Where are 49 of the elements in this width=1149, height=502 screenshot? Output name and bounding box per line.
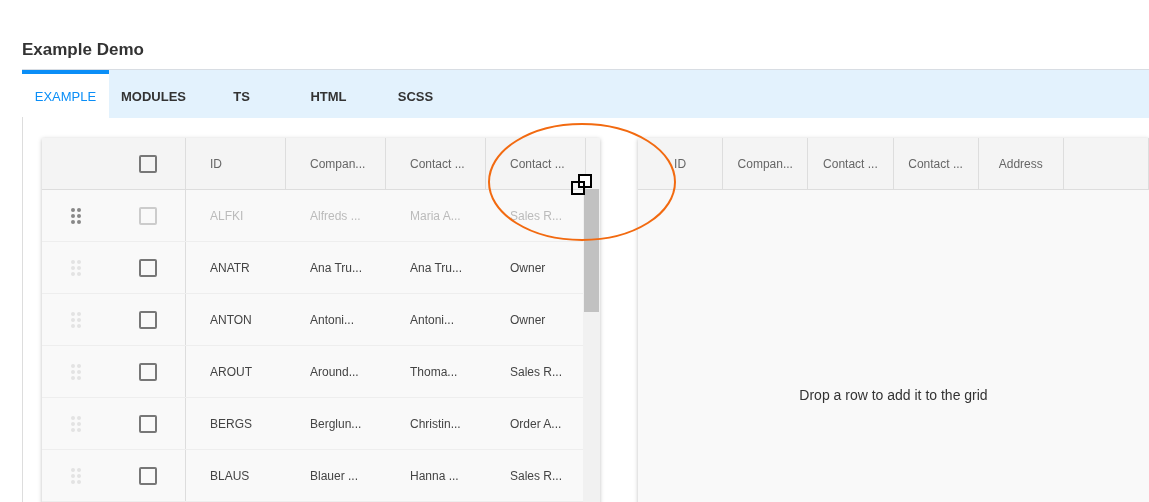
row-checkbox[interactable] [138,206,157,225]
table-cell-text: Sales R... [509,363,564,381]
table-cell-text: BERGS [209,415,253,433]
table-cell-text: ANTON [209,311,253,329]
scrollbar-thumb[interactable] [584,189,599,312]
table-cell-text: Alfreds ... [309,207,362,225]
drag-handle-icon[interactable] [71,207,81,224]
column-header[interactable]: Contact ... [386,138,486,189]
column-header[interactable]: ID [186,138,286,189]
row-checkbox[interactable] [138,414,157,433]
row-checkbox[interactable] [138,258,157,277]
row-checkbox[interactable] [138,466,157,485]
table-cell-text: Sales R... [509,467,564,485]
row-checkbox[interactable] [138,362,157,381]
column-header[interactable]: Contact ... [808,138,894,189]
table-cell-text: Owner [509,259,547,277]
column-header[interactable]: Compan... [723,138,809,189]
table-cell-text: Maria A... [409,207,462,225]
table-cell-text: Thoma... [409,363,459,381]
tab[interactable]: EXAMPLE [22,70,109,118]
column-header[interactable]: Contact ... [893,138,979,189]
page-title: Example Demo [22,40,144,60]
tab[interactable]: MODULES [109,70,198,118]
table-cell-text: Hanna ... [409,467,460,485]
empty-message: Drop a row to add it to the grid [798,387,989,403]
tab[interactable]: SCSS [372,70,459,118]
table-cell-text: ALFKI [209,207,245,225]
table-cell-text: Owner [509,311,547,329]
table-cell-text: Antoni... [309,311,356,329]
table-cell-text: BLAUS [209,467,251,485]
table-cell-text: Around... [309,363,360,381]
table-cell-text: Sales R... [509,207,564,225]
table-cell-text: Berglun... [309,415,363,433]
table-cell-text: Christin... [409,415,462,433]
column-header[interactable]: ID [638,138,724,189]
table-cell-text: Antoni... [409,311,456,329]
row-checkbox[interactable] [138,310,157,329]
column-header[interactable]: Compan... [286,138,386,189]
table-cell-text: ANATR [209,259,251,277]
table-cell-text: Blauer ... [309,467,360,485]
scrollbar[interactable] [583,189,600,502]
tab[interactable]: TS [198,70,285,118]
table-cell-text: AROUT [209,363,253,381]
table-cell-text: Order A... [509,415,563,433]
table-cell-text: Ana Tru... [409,259,464,277]
table-cell-text: Ana Tru... [309,259,364,277]
select-all-checkbox[interactable] [138,154,157,173]
column-header[interactable]: Address [978,138,1064,189]
tab[interactable]: HTML [285,70,372,118]
